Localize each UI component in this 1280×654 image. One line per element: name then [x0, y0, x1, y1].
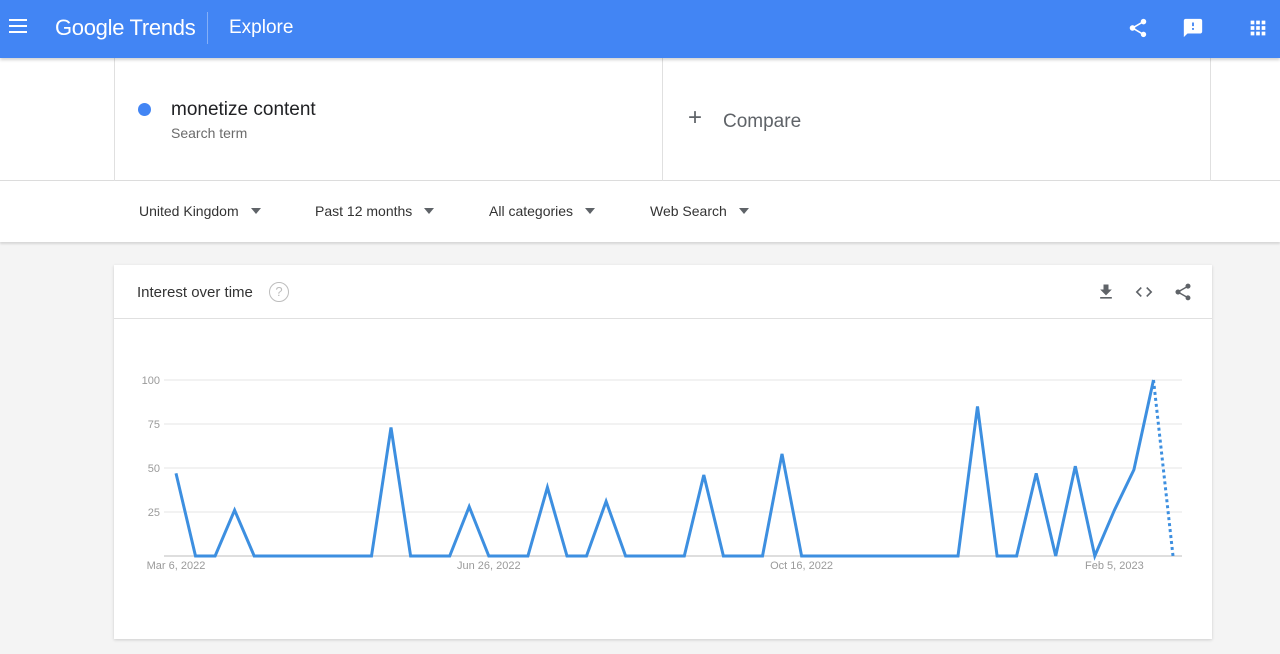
share-icon[interactable] [1173, 282, 1193, 302]
data-point [936, 554, 940, 558]
data-point [976, 404, 980, 408]
data-point [819, 554, 823, 558]
data-point [291, 554, 295, 558]
data-point [1054, 554, 1058, 558]
chevron-down-icon [585, 208, 596, 215]
data-point [213, 554, 217, 558]
x-tick-label: Feb 5, 2023 [1085, 560, 1144, 572]
data-point [917, 554, 921, 558]
data-point [174, 471, 178, 475]
data-point [663, 554, 667, 558]
data-point [1034, 471, 1038, 475]
x-tick-label: Mar 6, 2022 [147, 560, 206, 572]
region-label: United Kingdom [139, 203, 239, 219]
data-point [741, 554, 745, 558]
search-term-type: Search term [171, 125, 248, 141]
data-point [878, 554, 882, 558]
card-header: Interest over time ? [114, 265, 1212, 319]
filter-bar: United Kingdom Past 12 months All catego… [0, 181, 1280, 242]
search-type-dropdown[interactable]: Web Search [650, 203, 749, 219]
data-point [389, 426, 393, 430]
data-point [760, 554, 764, 558]
data-point [721, 554, 725, 558]
data-point [643, 554, 647, 558]
search-term-card[interactable]: monetize content Search term [114, 58, 663, 181]
compare-label: Compare [723, 111, 802, 132]
region-dropdown[interactable]: United Kingdom [139, 203, 261, 219]
card-title: Interest over time [137, 284, 253, 301]
data-point [1171, 554, 1175, 558]
help-icon[interactable]: ? [269, 282, 289, 302]
y-tick-label: 100 [142, 375, 160, 387]
data-point [1151, 378, 1155, 382]
apps-icon[interactable] [1247, 17, 1269, 39]
y-tick-label: 25 [148, 507, 160, 519]
data-point [545, 485, 549, 489]
data-point [897, 554, 901, 558]
search-type-label: Web Search [650, 203, 727, 219]
interest-over-time-card: Interest over time ? 25 50 75 100 Mar 6, 202… [114, 265, 1212, 639]
data-point [311, 554, 315, 558]
data-point [780, 452, 784, 456]
data-point [194, 554, 198, 558]
header-divider [207, 12, 208, 44]
page-title[interactable]: Explore [229, 17, 293, 39]
data-point [369, 554, 373, 558]
x-tick-label: Oct 16, 2022 [770, 560, 833, 572]
feedback-icon[interactable] [1182, 17, 1204, 39]
data-point [956, 554, 960, 558]
data-point [1112, 508, 1116, 512]
data-point [604, 499, 608, 503]
data-point [995, 554, 999, 558]
chevron-down-icon [738, 208, 749, 215]
plus-icon: + [688, 104, 703, 131]
data-point [448, 554, 452, 558]
data-point [839, 554, 843, 558]
top-app-bar: Google Trends Explore [0, 0, 1280, 58]
data-point [526, 554, 530, 558]
data-point [682, 554, 686, 558]
data-point [272, 554, 276, 558]
data-point [428, 554, 432, 558]
data-point [252, 554, 256, 558]
data-point [1132, 468, 1136, 472]
data-point [1093, 554, 1097, 558]
x-tick-label: Jun 26, 2022 [457, 560, 521, 572]
chevron-down-icon [250, 208, 261, 215]
data-point [487, 554, 491, 558]
category-dropdown[interactable]: All categories [489, 203, 596, 219]
share-icon[interactable] [1127, 17, 1149, 39]
data-point [585, 554, 589, 558]
data-point [624, 554, 628, 558]
term-color-dot [138, 103, 151, 116]
interest-line-chart: 25 50 75 100 Mar 6, 2022 Jun 26, 2022 Oct 16, … [142, 375, 1182, 572]
data-point [467, 505, 471, 509]
search-panel: monetize content Search term + Compare [0, 58, 1280, 181]
time-range-dropdown[interactable]: Past 12 months [315, 203, 435, 219]
chevron-down-icon [424, 208, 435, 215]
category-label: All categories [489, 203, 574, 219]
data-point [506, 554, 510, 558]
menu-icon[interactable] [9, 19, 27, 35]
y-tick-label: 50 [148, 463, 160, 475]
data-point [233, 508, 237, 512]
time-range-label: Past 12 months [315, 203, 413, 219]
data-point [409, 554, 413, 558]
data-point [858, 554, 862, 558]
search-term-name[interactable]: monetize content [171, 99, 316, 121]
brand-logo[interactable]: Google Trends [55, 15, 196, 41]
data-point [350, 554, 354, 558]
download-icon[interactable] [1096, 282, 1116, 302]
data-point [1073, 464, 1077, 468]
embed-icon[interactable] [1134, 282, 1154, 302]
y-tick-label: 75 [148, 419, 160, 431]
data-point [702, 473, 706, 477]
data-point [565, 554, 569, 558]
data-point [330, 554, 334, 558]
compare-button[interactable]: + Compare [663, 58, 1211, 181]
data-point [1015, 554, 1019, 558]
data-point [800, 554, 804, 558]
